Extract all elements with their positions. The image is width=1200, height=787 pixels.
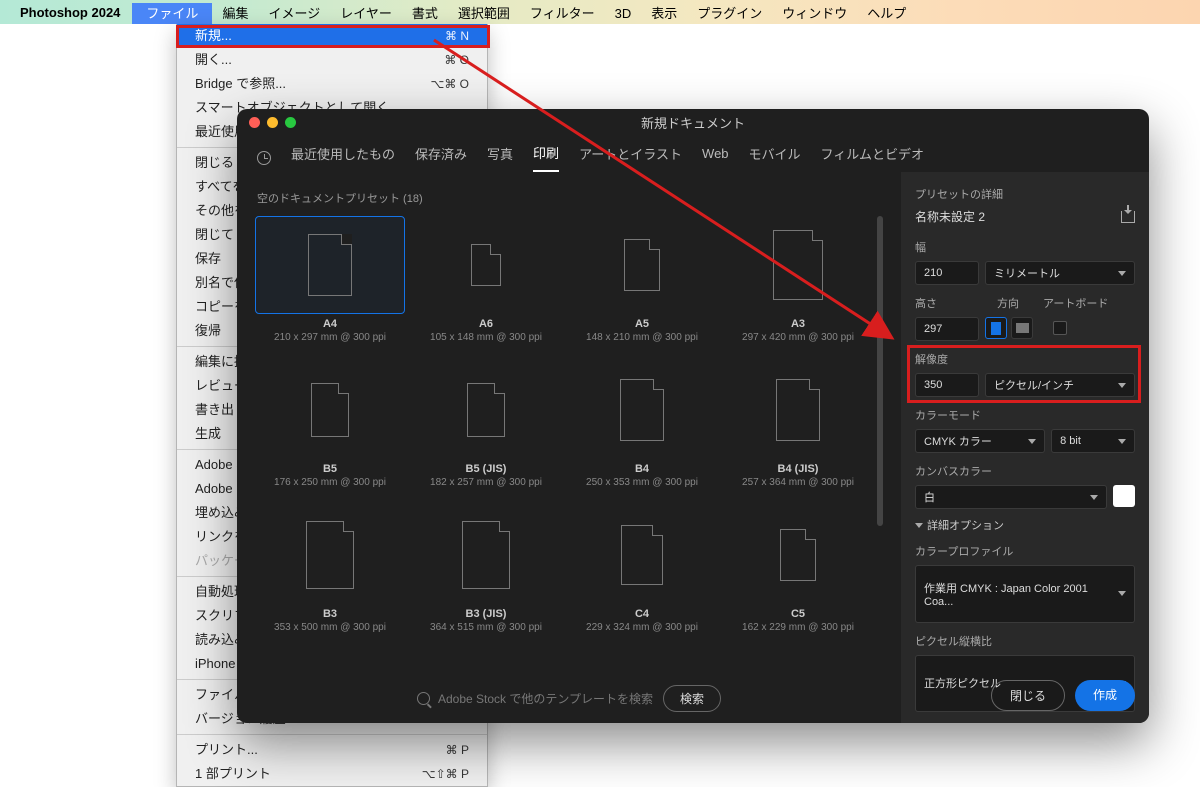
canvas-color-swatch[interactable] [1113, 485, 1135, 507]
preset-B3[interactable]: B3353 x 500 mm @ 300 ppi [255, 506, 405, 633]
resolution-label: 解像度 [915, 351, 1135, 367]
chevron-down-icon [1028, 439, 1036, 444]
preset-C4[interactable]: C4229 x 324 mm @ 300 ppi [567, 506, 717, 633]
tab-フィルムとビデオ[interactable]: フィルムとビデオ [821, 144, 924, 171]
width-input[interactable]: 210 [915, 261, 979, 285]
category-tabs: 最近使用したもの 保存済み 写真 印刷 アートとイラスト Web モバイル フィ… [237, 135, 1149, 172]
app-name: Photoshop 2024 [20, 5, 120, 20]
chevron-down-icon [1118, 271, 1126, 276]
menu-フィルター[interactable]: フィルター [520, 3, 605, 24]
menu-レイヤー[interactable]: レイヤー [330, 3, 402, 24]
search-button[interactable]: 検索 [663, 685, 721, 712]
chevron-down-icon [1118, 383, 1126, 388]
preset-pane: 空のドキュメントプリセット (18) A4210 x 297 mm @ 300 … [237, 172, 901, 723]
chevron-down-icon [915, 523, 923, 528]
artboard-label: アートボード [1043, 295, 1108, 311]
menu-イメージ[interactable]: イメージ [258, 3, 330, 24]
tab-アートとイラスト[interactable]: アートとイラスト [579, 144, 682, 171]
orientation-label: 方向 [997, 295, 1019, 311]
height-input[interactable]: 297 [915, 317, 979, 341]
tab-印刷[interactable]: 印刷 [533, 143, 559, 172]
menuitem-新規...[interactable]: 新規...⌘ N [177, 24, 487, 48]
menu-3D[interactable]: 3D [605, 3, 642, 24]
canvas-color-select[interactable]: 白 [915, 485, 1107, 509]
dialog-title: 新規ドキュメント [237, 113, 1149, 132]
chevron-down-icon [1118, 439, 1126, 444]
tab-モバイル[interactable]: モバイル [749, 144, 801, 171]
search-icon [417, 692, 430, 705]
search-placeholder: Adobe Stock で他のテンプレートを検索 [438, 690, 653, 707]
tab-写真[interactable]: 写真 [487, 144, 513, 171]
width-label: 幅 [915, 239, 1135, 255]
preset-B4 (JIS)[interactable]: B4 (JIS)257 x 364 mm @ 300 ppi [723, 361, 873, 488]
color-profile-label: カラープロファイル [915, 543, 1135, 559]
menuitem-Bridge で参照...[interactable]: Bridge で参照...⌥⌘ O [177, 72, 487, 96]
preset-A3[interactable]: A3297 x 420 mm @ 300 ppi [723, 216, 873, 343]
preset-B4[interactable]: B4250 x 353 mm @ 300 ppi [567, 361, 717, 488]
menu-表示[interactable]: 表示 [641, 3, 687, 24]
menu-選択範囲[interactable]: 選択範囲 [448, 3, 520, 24]
menu-ファイル[interactable]: ファイル [132, 3, 212, 24]
chevron-down-icon [1118, 591, 1126, 596]
artboard-checkbox[interactable] [1053, 321, 1067, 335]
dialog-titlebar: 新規ドキュメント [237, 109, 1149, 135]
save-preset-icon[interactable] [1121, 211, 1135, 223]
tab-保存済み[interactable]: 保存済み [415, 144, 467, 171]
color-mode-select[interactable]: CMYK カラー [915, 429, 1045, 453]
preset-details-label: プリセットの詳細 [915, 186, 1135, 202]
menu-ヘルプ[interactable]: ヘルプ [857, 3, 916, 24]
color-profile-select[interactable]: 作業用 CMYK : Japan Color 2001 Coa... [915, 565, 1135, 623]
menubar: Photoshop 2024 ファイル編集イメージレイヤー書式選択範囲フィルター… [0, 0, 1200, 24]
canvas-color-label: カンバスカラー [915, 463, 1135, 479]
menuitem-プリント...[interactable]: プリント...⌘ P [177, 738, 487, 762]
menuitem-開く...[interactable]: 開く...⌘ O [177, 48, 487, 72]
chevron-down-icon [1090, 495, 1098, 500]
recent-icon [257, 151, 271, 165]
menu-書式[interactable]: 書式 [402, 3, 448, 24]
create-button[interactable]: 作成 [1075, 680, 1135, 711]
preset-scrollbar[interactable] [877, 216, 883, 526]
preset-C5[interactable]: C5162 x 229 mm @ 300 ppi [723, 506, 873, 633]
preset-heading: 空のドキュメントプリセット (18) [257, 190, 881, 206]
preset-B5 (JIS)[interactable]: B5 (JIS)182 x 257 mm @ 300 ppi [411, 361, 561, 488]
stock-search-input[interactable]: Adobe Stock で他のテンプレートを検索 [417, 690, 653, 707]
resolution-unit-select[interactable]: ピクセル/インチ [985, 373, 1135, 397]
unit-select[interactable]: ミリメートル [985, 261, 1135, 285]
menu-編集[interactable]: 編集 [212, 3, 258, 24]
tab-最近使用したもの[interactable]: 最近使用したもの [291, 144, 395, 171]
preset-details-pane: プリセットの詳細 名称未設定 2 幅 210 ミリメートル 高さ 方向 アートボ… [901, 172, 1149, 723]
doc-name-input[interactable]: 名称未設定 2 [915, 208, 985, 225]
close-button[interactable]: 閉じる [991, 680, 1065, 711]
new-document-dialog: 新規ドキュメント 最近使用したもの 保存済み 写真 印刷 アートとイラスト We… [237, 109, 1149, 723]
preset-A6[interactable]: A6105 x 148 mm @ 300 ppi [411, 216, 561, 343]
height-label: 高さ [915, 295, 979, 311]
resolution-input[interactable]: 350 [915, 373, 979, 397]
preset-A5[interactable]: A5148 x 210 mm @ 300 ppi [567, 216, 717, 343]
orientation-landscape[interactable] [1011, 317, 1033, 339]
advanced-options-toggle[interactable]: 詳細オプション [915, 517, 1135, 533]
menu-プラグイン[interactable]: プラグイン [687, 3, 772, 24]
pixel-aspect-label: ピクセル縦横比 [915, 633, 1135, 649]
bit-depth-select[interactable]: 8 bit [1051, 429, 1135, 453]
menuitem-1 部プリント[interactable]: 1 部プリント⌥⇧⌘ P [177, 762, 487, 786]
preset-B3 (JIS)[interactable]: B3 (JIS)364 x 515 mm @ 300 ppi [411, 506, 561, 633]
orientation-portrait[interactable] [985, 317, 1007, 339]
preset-A4[interactable]: A4210 x 297 mm @ 300 ppi [255, 216, 405, 343]
color-mode-label: カラーモード [915, 407, 1135, 423]
menu-ウィンドウ[interactable]: ウィンドウ [772, 3, 857, 24]
preset-B5[interactable]: B5176 x 250 mm @ 300 ppi [255, 361, 405, 488]
tab-Web[interactable]: Web [702, 146, 729, 169]
